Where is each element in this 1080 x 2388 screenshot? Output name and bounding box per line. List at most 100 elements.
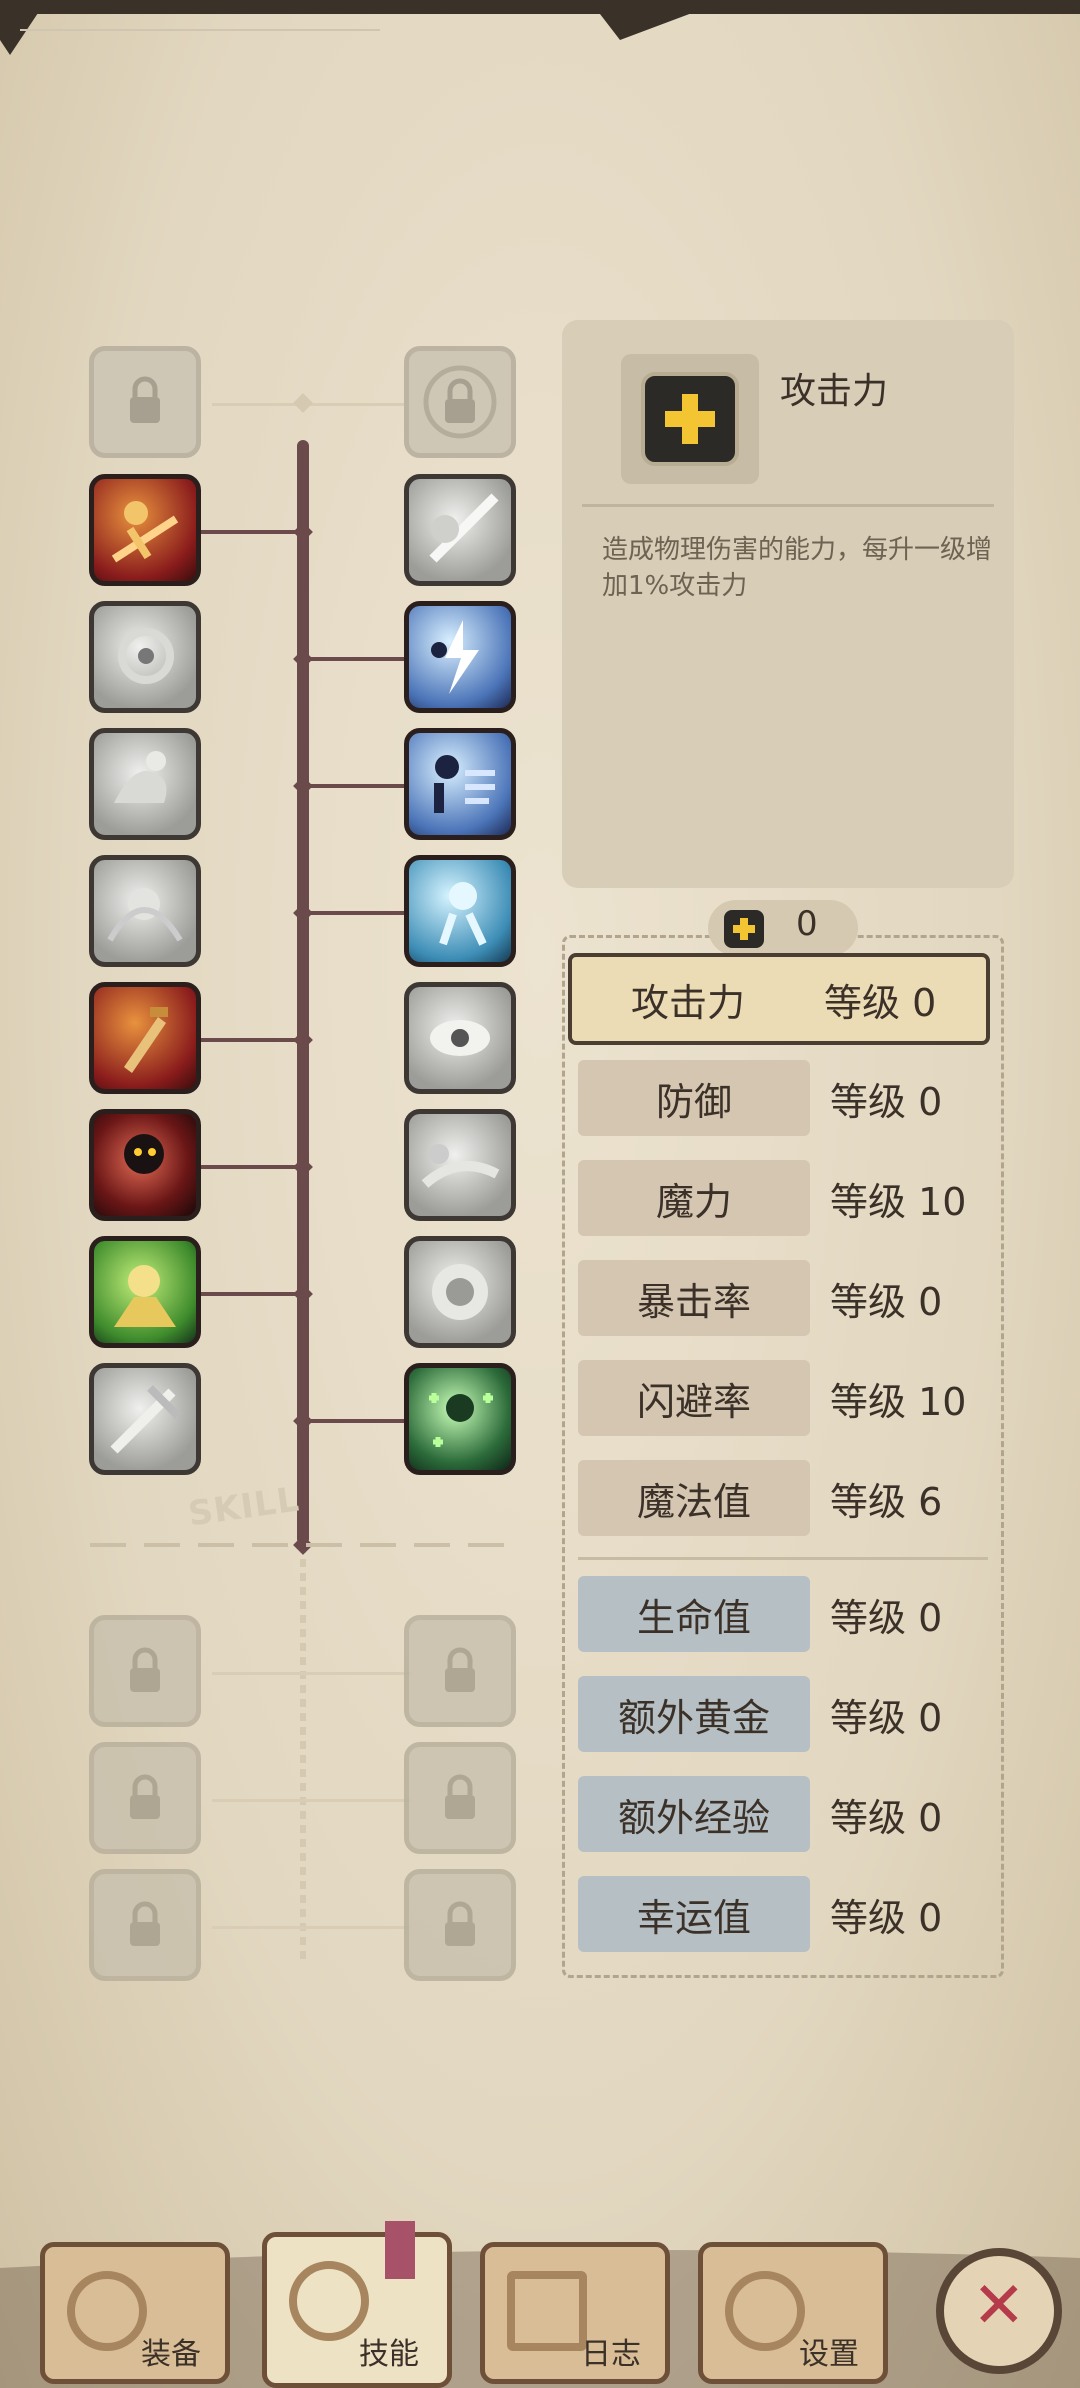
lock-icon [130,376,160,423]
journal-icon [507,2271,587,2351]
burst-icon [432,1264,488,1320]
stat-row-defense[interactable]: 防御 等级 0 [578,1060,988,1136]
top-frame [0,0,1080,14]
skill-slot-locked[interactable] [89,1742,201,1854]
stat-name: 额外黄金 [578,1676,810,1752]
skill-flame-strike[interactable] [89,474,201,586]
tab-equipment[interactable]: 装备 [40,2242,230,2384]
skill-rage[interactable] [89,1236,201,1348]
skill-kick[interactable] [404,1109,516,1221]
axe-icon [67,2271,147,2351]
dash-icon [434,755,495,813]
tab-settings[interactable]: 设置 [698,2242,888,2384]
rage-icon [114,1265,176,1327]
skill-dash[interactable] [404,728,516,840]
skill-dagger[interactable] [89,982,201,1094]
stat-name: 幸运值 [578,1876,810,1952]
stat-level: 等级 0 [830,1695,943,1740]
stat-row-crit-rate[interactable]: 暴击率 等级 0 [578,1260,988,1336]
skill-slot-locked[interactable] [404,1615,516,1727]
spin-icon [107,888,183,942]
branch-row-6 [200,1038,304,1042]
branch-row-7 [200,1165,304,1169]
skill-burst[interactable] [404,1236,516,1348]
plus-icon [724,910,764,948]
sword-icon [110,1385,181,1454]
kick-icon [421,1144,500,1188]
stat-level: 等级 0 [830,1079,943,1124]
skill-slot-locked[interactable] [404,1742,516,1854]
skill-shock[interactable] [404,855,516,967]
stat-row-magic-power[interactable]: 魔力 等级 10 [578,1160,988,1236]
stat-name: 魔力 [578,1160,810,1236]
stat-level: 等级 0 [830,1895,943,1940]
skill-slot-locked[interactable] [89,346,201,458]
branch-locked-1 [212,1672,412,1675]
stat-row-extra-gold[interactable]: 额外黄金 等级 0 [578,1676,988,1752]
skill-clover[interactable] [404,1363,516,1475]
lock-icon [130,1647,160,1692]
stat-name: 暴击率 [578,1260,810,1336]
skill-whirl[interactable] [89,601,201,713]
shadow-ninja-icon [124,1134,164,1174]
skill-slash[interactable] [404,474,516,586]
lock-icon [130,1774,160,1819]
skill-shadow[interactable] [89,1109,201,1221]
stat-row-attack[interactable]: 攻击力 等级 0 [568,953,990,1045]
stat-level: 等级 0 [830,1795,943,1840]
skill-eye[interactable] [404,982,516,1094]
stat-row-mana[interactable]: 魔法值 等级 6 [578,1460,988,1536]
eye-icon [430,1020,490,1056]
branch-row-2 [200,530,304,534]
skill-slot-locked[interactable] [404,1869,516,1981]
stat-name: 闪避率 [578,1360,810,1436]
tab-label: 装备 [141,2337,201,2372]
lock-icon [445,1647,475,1692]
branch-row-9 [304,1419,404,1423]
stat-level: 等级 10 [830,1179,967,1224]
tab-skills[interactable]: 技能 [262,2221,452,2388]
stat-name: 防御 [578,1060,810,1136]
stat-level: 等级 0 [824,980,937,1025]
stat-row-dodge-rate[interactable]: 闪避率 等级 10 [578,1360,988,1436]
stat-row-luck[interactable]: 幸运值 等级 0 [578,1876,988,1952]
branch-row-4 [304,784,404,788]
whirl-icon [118,628,174,684]
plus-icon [641,372,739,466]
slash-icon [429,493,499,563]
skill-flex[interactable] [89,728,201,840]
skill-spin[interactable] [89,855,201,967]
skill-slot-locked[interactable] [89,1615,201,1727]
skill-tree-trunk [297,440,309,1545]
stat-level: 等级 6 [830,1479,943,1524]
tree-node [293,393,313,413]
close-button[interactable]: ✕ [936,2248,1062,2374]
clover-icon [429,1393,493,1447]
tab-label: 日志 [581,2337,641,2372]
skill-slot-locked[interactable] [89,1869,201,1981]
close-icon: ✕ [972,2269,1026,2343]
skill-tree-trunk-locked [300,1545,306,1965]
branch-row-8 [200,1292,304,1296]
lock-icon [423,365,497,439]
stat-name: 攻击力 [630,980,745,1025]
dagger-icon [124,1007,168,1073]
stat-name: 生命值 [578,1576,810,1652]
flame-strike-icon [111,501,179,563]
branch-row-5 [304,911,404,915]
skill-lightning[interactable] [404,601,516,713]
skill-label: SKILL [185,1479,303,1535]
stat-row-health[interactable]: 生命值 等级 0 [578,1576,988,1652]
stat-level: 等级 10 [830,1379,967,1424]
info-divider [582,504,994,507]
shock-icon [439,882,487,946]
bookmark-icon [385,2221,415,2279]
stat-row-extra-exp[interactable]: 额外经验 等级 0 [578,1776,988,1852]
gear-icon [725,2271,805,2351]
branch-row-3 [304,657,404,661]
skill-target-icon [289,2261,369,2341]
skill-sword[interactable] [89,1363,201,1475]
tab-log[interactable]: 日志 [480,2242,670,2384]
tab-label: 技能 [359,2337,419,2372]
skill-slot-locked[interactable] [404,346,516,458]
